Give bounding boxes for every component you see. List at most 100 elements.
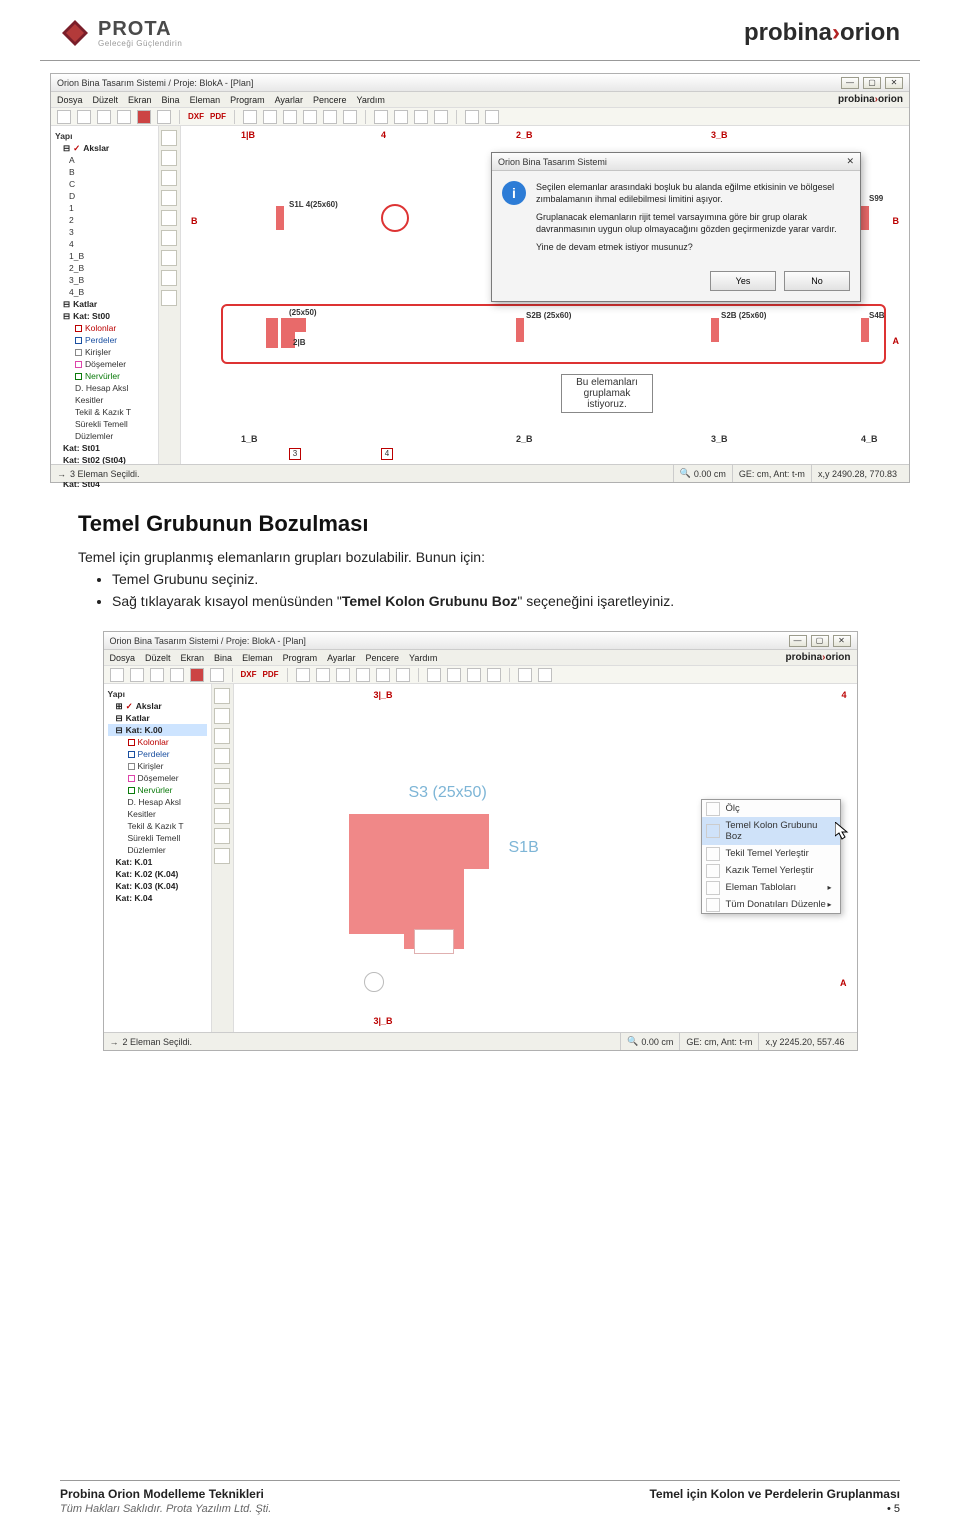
toolbar-icon[interactable] <box>263 110 277 124</box>
menu-pencere[interactable]: Pencere <box>365 653 399 663</box>
akslar-header[interactable]: ⊟ ✓Akslar <box>55 142 154 154</box>
kat-item[interactable]: Kirişler <box>55 346 154 358</box>
kat-item[interactable]: Sürekli Temell <box>108 832 207 844</box>
kat-item[interactable]: Nervürler <box>108 784 207 796</box>
kat-item[interactable]: Kesitler <box>55 394 154 406</box>
kat1[interactable]: Kat: K.01 <box>108 856 207 868</box>
kat-item[interactable]: Düzlemler <box>55 430 154 442</box>
toolbar-icon[interactable] <box>243 110 257 124</box>
toolbar-icon[interactable] <box>137 110 151 124</box>
pdf-label[interactable]: PDF <box>210 112 226 121</box>
menu-ekran[interactable]: Ekran <box>181 653 205 663</box>
toolbar-icon[interactable] <box>77 110 91 124</box>
context-item-boz[interactable]: Temel Kolon Grubunu Boz <box>702 817 840 845</box>
kat-item[interactable]: Kolonlar <box>55 322 154 334</box>
pdf-label[interactable]: PDF <box>263 670 279 679</box>
toolbar-icon[interactable] <box>323 110 337 124</box>
menu-bina[interactable]: Bina <box>214 653 232 663</box>
toolbar-icon[interactable] <box>414 110 428 124</box>
menu-yardim[interactable]: Yardım <box>409 653 437 663</box>
toolbar-icon[interactable] <box>296 668 310 682</box>
toolbar-icon[interactable] <box>157 110 171 124</box>
toolbar-icon[interactable] <box>190 668 204 682</box>
menu-pencere[interactable]: Pencere <box>313 95 347 105</box>
vt-icon[interactable] <box>214 768 230 784</box>
minimize-button[interactable]: — <box>789 635 807 647</box>
kat-item[interactable]: Perdeler <box>108 748 207 760</box>
kat-item[interactable]: Sürekli Temell <box>55 418 154 430</box>
toolbar-icon[interactable] <box>150 668 164 682</box>
aks-item[interactable]: 3 <box>55 226 154 238</box>
toolbar-icon[interactable] <box>336 668 350 682</box>
menu-program[interactable]: Program <box>283 653 318 663</box>
toolbar-icon[interactable] <box>343 110 357 124</box>
menu-duzelt[interactable]: Düzelt <box>93 95 119 105</box>
menu-dosya[interactable]: Dosya <box>110 653 136 663</box>
toolbar-icon[interactable] <box>487 668 501 682</box>
tree-root[interactable]: Yapı <box>55 130 154 142</box>
minimize-button[interactable]: — <box>841 77 859 89</box>
kat-item[interactable]: Tekil & Kazık T <box>55 406 154 418</box>
menu-ayarlar[interactable]: Ayarlar <box>327 653 355 663</box>
aks-item[interactable]: A <box>55 154 154 166</box>
menu-yardim[interactable]: Yardım <box>356 95 384 105</box>
vt-icon[interactable] <box>214 748 230 764</box>
toolbar-icon[interactable] <box>170 668 184 682</box>
kat3[interactable]: Kat: K.03 (K.04) <box>108 880 207 892</box>
toolbar-icon[interactable] <box>467 668 481 682</box>
context-item-donatilari[interactable]: Tüm Donatıları Düzenle▸ <box>702 896 840 913</box>
toolbar-icon[interactable] <box>396 668 410 682</box>
kat-item[interactable]: Kirişler <box>108 760 207 772</box>
maximize-button[interactable]: ▢ <box>811 635 829 647</box>
kat-item[interactable]: Döşemeler <box>55 358 154 370</box>
menu-program[interactable]: Program <box>230 95 265 105</box>
toolbar-icon[interactable] <box>316 668 330 682</box>
aks-item[interactable]: 4 <box>55 238 154 250</box>
dialog-close-button[interactable]: ✕ <box>846 156 854 167</box>
vt-icon[interactable] <box>214 688 230 704</box>
menu-eleman[interactable]: Eleman <box>190 95 221 105</box>
toolbar-icon[interactable] <box>210 668 224 682</box>
toolbar-icon[interactable] <box>57 110 71 124</box>
context-item-tekil[interactable]: Tekil Temel Yerleştir <box>702 845 840 862</box>
katlar-header[interactable]: ⊟ Katlar <box>55 298 154 310</box>
vt-icon[interactable] <box>161 190 177 206</box>
toolbar-icon[interactable] <box>303 110 317 124</box>
kat-item[interactable]: Tekil & Kazık T <box>108 820 207 832</box>
menu-ekran[interactable]: Ekran <box>128 95 152 105</box>
kat1[interactable]: Kat: St01 <box>55 442 154 454</box>
toolbar-icon[interactable] <box>356 668 370 682</box>
dialog-no-button[interactable]: No <box>784 271 850 291</box>
toolbar-icon[interactable] <box>465 110 479 124</box>
toolbar-icon[interactable] <box>376 668 390 682</box>
close-button[interactable]: ✕ <box>833 635 851 647</box>
kat-item[interactable]: Nervürler <box>55 370 154 382</box>
kat-item[interactable]: D. Hesap Aksl <box>55 382 154 394</box>
context-item-olc[interactable]: Ölç <box>702 800 840 817</box>
kat-item[interactable]: Perdeler <box>55 334 154 346</box>
toolbar-icon[interactable] <box>283 110 297 124</box>
aks-item[interactable]: 2_B <box>55 262 154 274</box>
kat-item[interactable]: Döşemeler <box>108 772 207 784</box>
aks-item[interactable]: C <box>55 178 154 190</box>
aks-item[interactable]: B <box>55 166 154 178</box>
toolbar-icon[interactable] <box>117 110 131 124</box>
vt-icon[interactable] <box>214 728 230 744</box>
vt-icon[interactable] <box>161 290 177 306</box>
aks-item[interactable]: 1_B <box>55 250 154 262</box>
kat-item[interactable]: Kolonlar <box>108 736 207 748</box>
menu-ayarlar[interactable]: Ayarlar <box>275 95 303 105</box>
dxf-label[interactable]: DXF <box>188 112 204 121</box>
close-button[interactable]: ✕ <box>885 77 903 89</box>
dialog-yes-button[interactable]: Yes <box>710 271 776 291</box>
vt-icon[interactable] <box>214 708 230 724</box>
dxf-label[interactable]: DXF <box>241 670 257 679</box>
aks-item[interactable]: 2 <box>55 214 154 226</box>
aks-item[interactable]: 4_B <box>55 286 154 298</box>
toolbar-icon[interactable] <box>374 110 388 124</box>
vt-icon[interactable] <box>161 210 177 226</box>
vt-icon[interactable] <box>161 250 177 266</box>
tree-root[interactable]: Yapı <box>108 688 207 700</box>
vt-icon[interactable] <box>161 150 177 166</box>
toolbar-icon[interactable] <box>538 668 552 682</box>
